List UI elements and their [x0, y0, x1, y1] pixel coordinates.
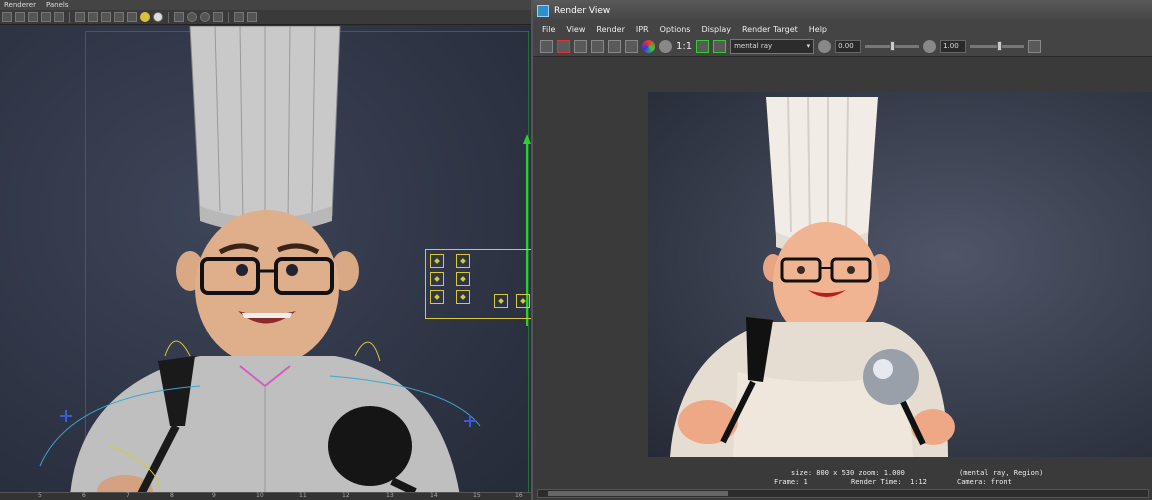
checker-icon[interactable] [127, 12, 137, 22]
exposure-field[interactable]: 0.00 [835, 39, 862, 53]
time-tick: 15 [473, 492, 481, 499]
render-size-info: size: 800 x 530 zoom: 1.000 [791, 469, 905, 477]
maya-app-icon [537, 5, 549, 17]
control-handle[interactable] [430, 254, 444, 268]
render-view-window[interactable]: Render View File View Render IPR Options… [531, 0, 1152, 500]
light-icon[interactable] [140, 12, 150, 22]
control-handle[interactable] [456, 272, 470, 286]
window-titlebar[interactable]: Render View [533, 0, 1152, 22]
grid-icon[interactable] [28, 12, 38, 22]
rendered-image [648, 92, 1152, 457]
alpha-channel-icon[interactable] [659, 39, 672, 53]
frame-info: Frame: 1 [774, 478, 808, 486]
render-region-icon[interactable] [557, 39, 570, 53]
menu-display[interactable]: Display [701, 25, 731, 34]
camera-info: Camera: front [957, 478, 1012, 486]
xray-icon[interactable] [234, 12, 244, 22]
render-canvas[interactable] [533, 57, 1152, 487]
wireframe-icon[interactable] [75, 12, 85, 22]
control-handle[interactable] [456, 290, 470, 304]
menu-ipr[interactable]: IPR [636, 25, 649, 34]
smooth-shade-icon[interactable] [88, 12, 98, 22]
gamma-icon [923, 39, 937, 53]
render-time-info: Render Time: 1:12 [851, 478, 927, 486]
menu-renderer[interactable]: Renderer [4, 1, 36, 9]
time-slider[interactable]: 5 6 7 8 9 10 11 12 13 14 15 16 [0, 492, 531, 500]
time-tick: 11 [299, 492, 307, 499]
menu-options[interactable]: Options [660, 25, 691, 34]
window-title: Render View [554, 6, 611, 16]
scrollbar-thumb[interactable] [548, 491, 728, 496]
toolbar-divider [69, 11, 70, 23]
menu-render-target[interactable]: Render Target [742, 25, 798, 34]
time-tick: 14 [430, 492, 438, 499]
gamma-slider-knob[interactable] [997, 40, 1003, 51]
ambient-occlusion-icon[interactable] [187, 12, 197, 22]
panel-menubar: Renderer Panels [0, 0, 531, 10]
time-tick: 16 [515, 492, 523, 499]
control-handle[interactable] [516, 294, 530, 308]
time-tick: 12 [342, 492, 350, 499]
facial-control-panel[interactable] [425, 249, 531, 319]
camera-icon[interactable] [2, 12, 12, 22]
shadow-icon[interactable] [153, 12, 163, 22]
gamma-field[interactable]: 1.00 [940, 39, 967, 53]
cube-icon[interactable] [114, 12, 124, 22]
isolate-icon[interactable] [174, 12, 184, 22]
chevron-down-icon: ▾ [806, 42, 811, 50]
keep-image-icon[interactable] [696, 39, 710, 53]
exposure-slider-knob[interactable] [889, 40, 895, 51]
lock-icon[interactable] [15, 12, 25, 22]
exposure-icon [818, 39, 832, 53]
film-gate-icon[interactable] [41, 12, 51, 22]
time-tick: 5 [38, 492, 42, 499]
time-tick: 9 [212, 492, 216, 499]
horizontal-scrollbar[interactable] [537, 489, 1149, 498]
snapshot-icon[interactable] [574, 39, 587, 53]
ipr-render-icon[interactable] [591, 39, 604, 53]
time-tick: 8 [170, 492, 174, 499]
time-tick: 6 [82, 492, 86, 499]
menu-render[interactable]: Render [596, 25, 624, 34]
renderer-value: mental ray [734, 42, 773, 50]
gamma-slider[interactable] [970, 40, 1025, 51]
menu-help[interactable]: Help [809, 25, 827, 34]
time-tick: 10 [256, 492, 264, 499]
time-tick: 13 [386, 492, 394, 499]
render-view-toolbar: 1:1 mental ray ▾ 0.00 1.00 [533, 36, 1152, 57]
front-viewport[interactable] [0, 26, 531, 493]
xray-joints-icon[interactable] [247, 12, 257, 22]
anti-alias-icon[interactable] [213, 12, 223, 22]
panel-toolbar [0, 10, 531, 25]
wire-on-shaded-icon[interactable] [101, 12, 111, 22]
text-icon[interactable] [54, 12, 64, 22]
viewport-panel[interactable]: Renderer Panels 5 6 7 8 9 10 11 12 13 14… [0, 0, 531, 500]
control-handle[interactable] [430, 290, 444, 304]
redo-render-icon[interactable] [540, 39, 553, 53]
control-handle[interactable] [430, 272, 444, 286]
motion-blur-icon[interactable] [200, 12, 210, 22]
refresh-icon[interactable] [608, 39, 621, 53]
renderer-dropdown[interactable]: mental ray ▾ [730, 38, 815, 54]
menu-panels[interactable]: Panels [46, 1, 69, 9]
color-management-icon[interactable] [1028, 39, 1042, 53]
render-view-menubar: File View Render IPR Options Display Ren… [533, 22, 1152, 36]
control-handle[interactable] [494, 294, 508, 308]
remove-image-icon[interactable] [713, 39, 727, 53]
rgb-channels-icon[interactable] [642, 39, 655, 53]
channels-icon[interactable] [625, 39, 638, 53]
toolbar-divider [228, 11, 229, 23]
real-size-button[interactable]: 1:1 [676, 41, 692, 52]
toolbar-divider [168, 11, 169, 23]
menu-view[interactable]: View [566, 25, 585, 34]
time-tick: 7 [126, 492, 130, 499]
exposure-slider[interactable] [865, 40, 920, 51]
rendered-chef [670, 96, 955, 457]
menu-file[interactable]: File [542, 25, 555, 34]
render-info-bar: size: 800 x 530 zoom: 1.000 (mental ray,… [533, 467, 1152, 489]
render-region-info: (mental ray, Region) [959, 469, 1044, 477]
control-handle[interactable] [456, 254, 470, 268]
